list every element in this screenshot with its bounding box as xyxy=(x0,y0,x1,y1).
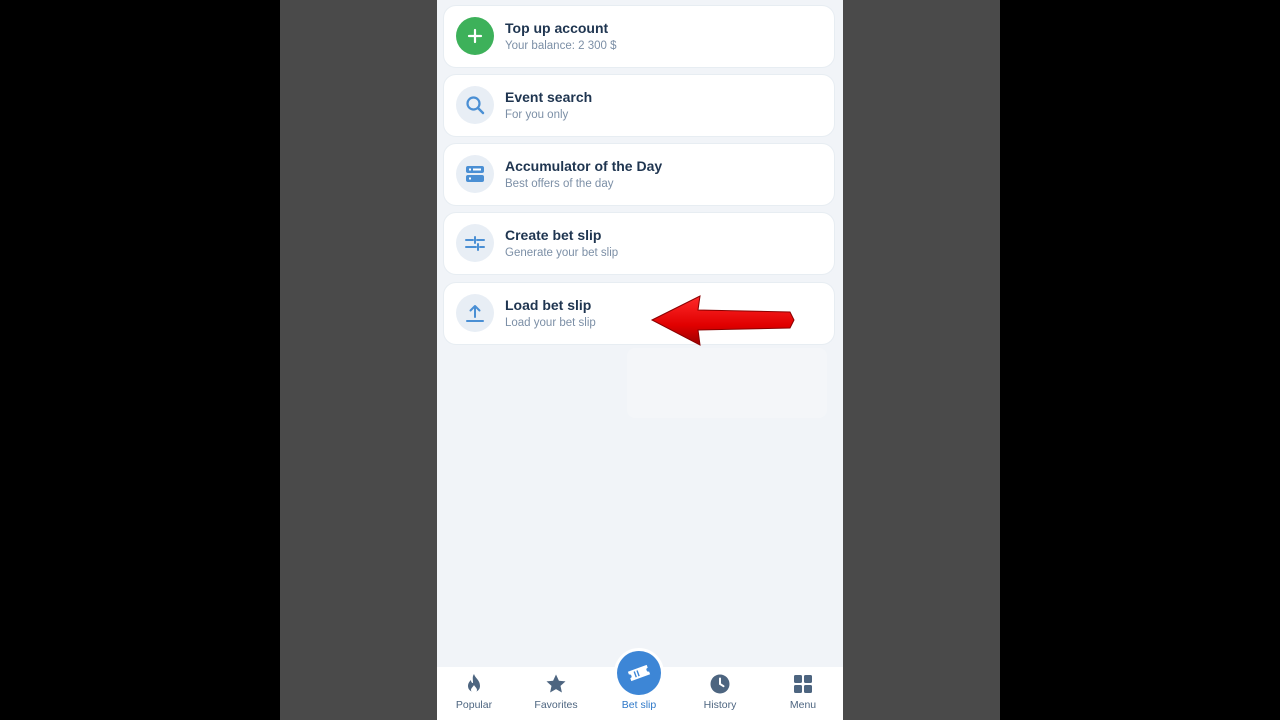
ticket-icon xyxy=(627,664,651,682)
create-bet-slip-item[interactable]: Create bet slip Generate your bet slip xyxy=(444,213,834,274)
accumulator-icon xyxy=(456,155,494,193)
tab-popular[interactable]: Popular xyxy=(437,667,514,720)
top-up-account-item[interactable]: Top up account Your balance: 2 300 $ xyxy=(444,6,834,67)
sliders-icon xyxy=(456,224,494,262)
event-search-item[interactable]: Event search For you only xyxy=(444,75,834,136)
video-frame: Top up account Your balance: 2 300 $ Eve… xyxy=(0,0,1280,720)
faded-overlay xyxy=(627,348,827,418)
item-title: Accumulator of the Day xyxy=(505,158,663,174)
bet-slip-button[interactable] xyxy=(617,651,661,695)
tab-history[interactable]: History xyxy=(680,667,760,720)
item-subtitle: For you only xyxy=(505,109,569,121)
accumulator-of-the-day-item[interactable]: Accumulator of the Day Best offers of th… xyxy=(444,144,834,205)
item-title: Load bet slip xyxy=(505,297,592,313)
tab-label: History xyxy=(703,699,737,711)
grid-icon xyxy=(794,675,812,693)
flame-icon xyxy=(468,674,480,693)
item-subtitle: Load your bet slip xyxy=(505,317,596,329)
tab-label: Menu xyxy=(789,699,817,711)
upload-icon xyxy=(456,294,494,332)
tab-label: Bet slip xyxy=(621,699,657,711)
left-backdrop xyxy=(280,0,437,720)
tab-favorites[interactable]: Favorites xyxy=(516,667,596,720)
tab-menu[interactable]: Menu xyxy=(763,667,843,720)
right-backdrop xyxy=(843,0,1000,720)
plus-icon xyxy=(456,17,494,55)
item-title: Event search xyxy=(505,89,593,105)
tab-label: Favorites xyxy=(534,699,578,711)
star-icon xyxy=(546,674,566,693)
item-subtitle: Your balance: 2 300 $ xyxy=(505,40,617,52)
item-subtitle: Best offers of the day xyxy=(505,178,614,190)
red-arrow-icon xyxy=(650,295,795,346)
clock-icon xyxy=(710,674,730,694)
item-title: Top up account xyxy=(505,20,609,36)
item-subtitle: Generate your bet slip xyxy=(505,247,619,259)
search-icon xyxy=(456,86,494,124)
item-title: Create bet slip xyxy=(505,227,602,243)
phone-screen: Top up account Your balance: 2 300 $ Eve… xyxy=(437,0,843,720)
tab-label: Popular xyxy=(455,699,493,711)
